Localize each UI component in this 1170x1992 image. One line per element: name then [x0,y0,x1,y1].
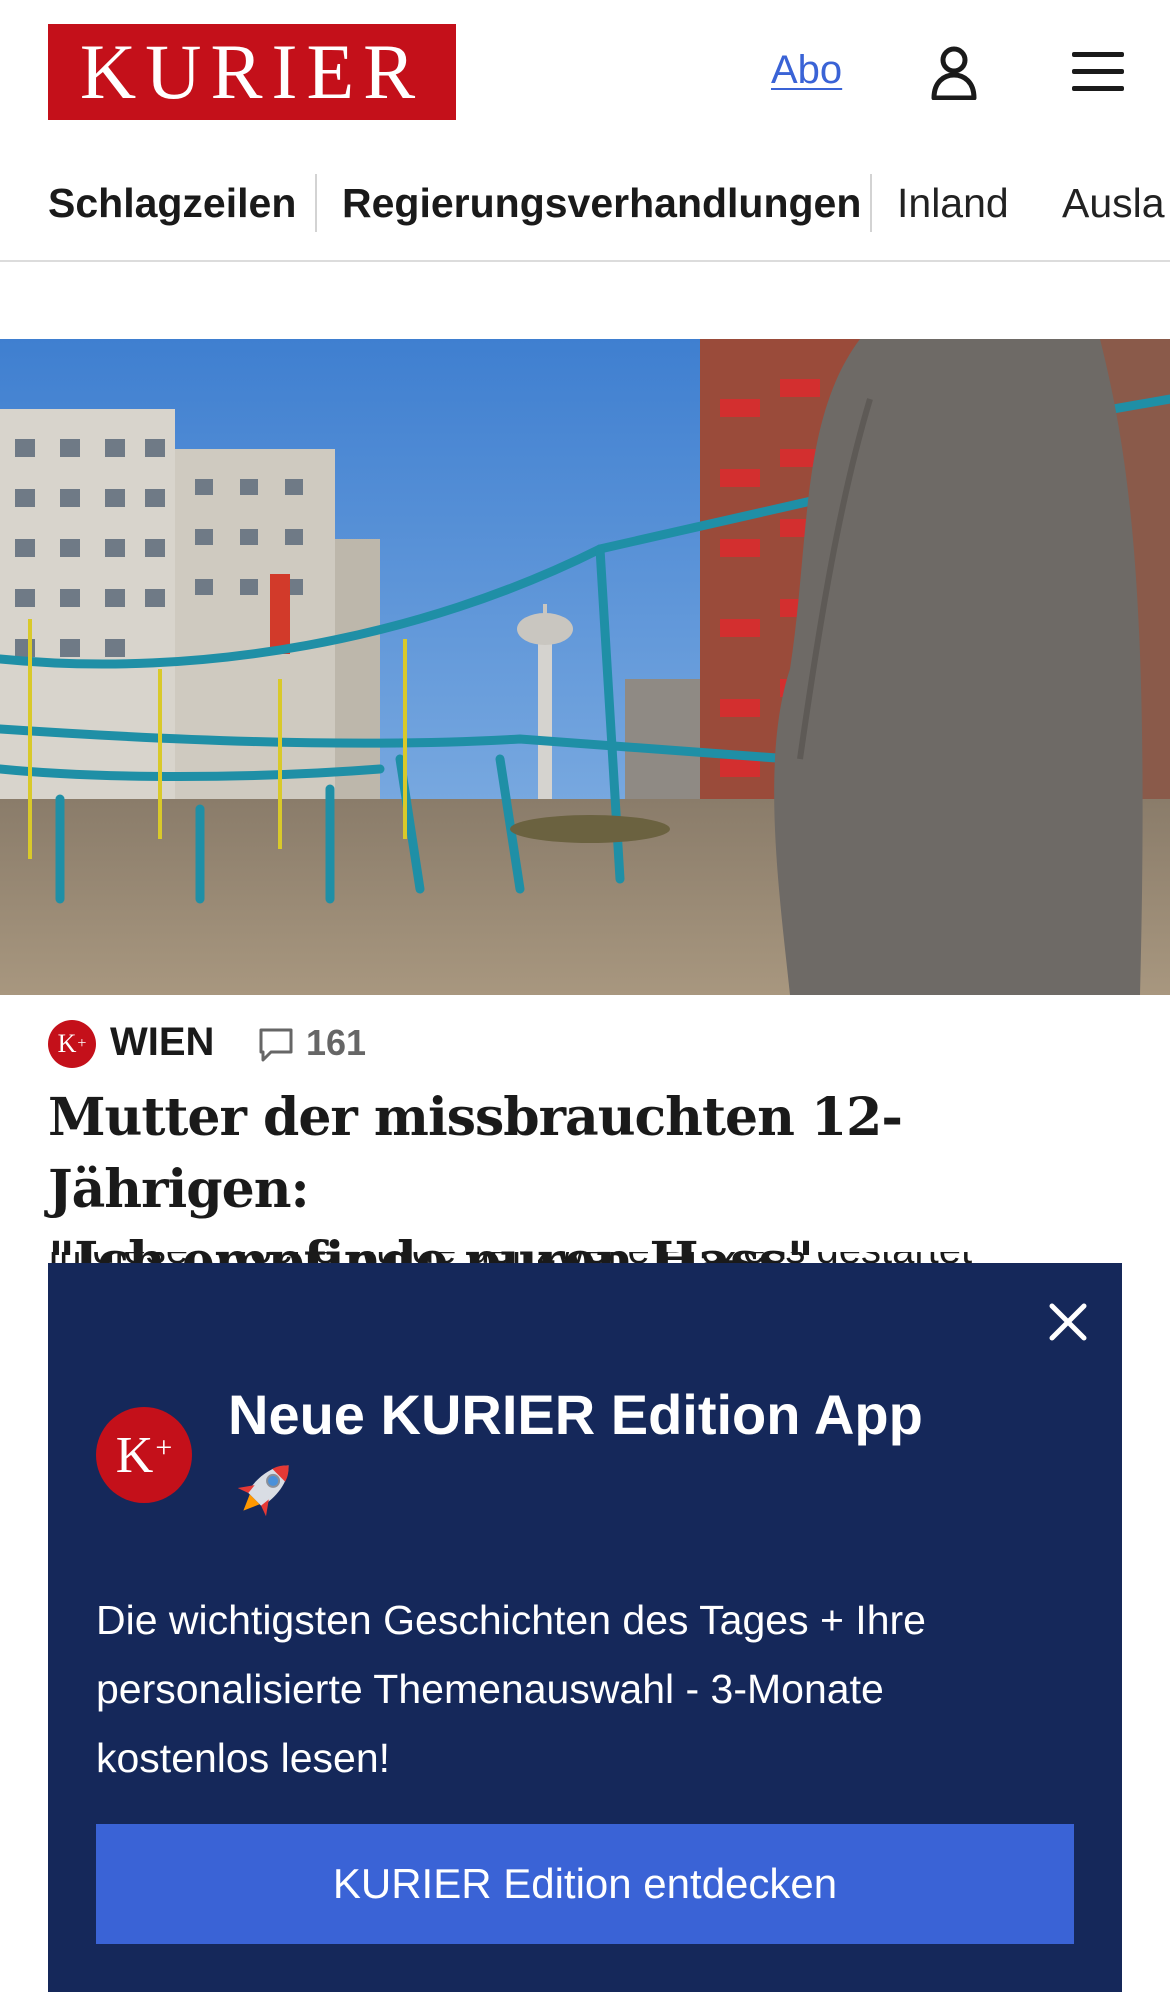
comment-icon[interactable] [257,1026,295,1064]
site-header: KURIER Abo [0,0,1170,140]
comment-count[interactable]: 161 [306,1022,366,1064]
section-label[interactable]: WIEN [110,1020,214,1065]
discover-edition-button[interactable]: KURIER Edition entdecken [96,1824,1074,1944]
abo-link[interactable]: Abo [771,48,842,93]
rocket-icon [237,1465,289,1517]
article-hero-image[interactable] [0,339,1170,995]
popup-title: Neue KURIER Edition App [228,1383,923,1446]
nav-item-regierungsverhandlungen[interactable]: Regierungsverhandlungen [342,180,861,227]
nav-divider [870,174,872,232]
kurier-logo[interactable]: KURIER [48,24,456,120]
nav-item-inland[interactable]: Inland [897,180,1009,227]
nav-item-ausland[interactable]: Ausla [1062,180,1165,227]
user-icon[interactable] [930,44,978,100]
hamburger-menu-icon[interactable] [1072,50,1124,94]
popup-description: Die wichtigsten Geschichten des Tages + … [96,1597,926,1781]
category-nav: Schlagzeilen Regierungsverhandlungen Inl… [0,160,1170,262]
nav-item-schlagzeilen[interactable]: Schlagzeilen [48,180,296,227]
headline-line-1: Mutter der missbrauchten 12-Jährigen: [48,1087,903,1220]
close-icon[interactable] [1040,1294,1096,1350]
kplus-logo: K + [96,1407,192,1503]
premium-badge: K + [48,1020,96,1068]
nav-divider [315,174,317,232]
